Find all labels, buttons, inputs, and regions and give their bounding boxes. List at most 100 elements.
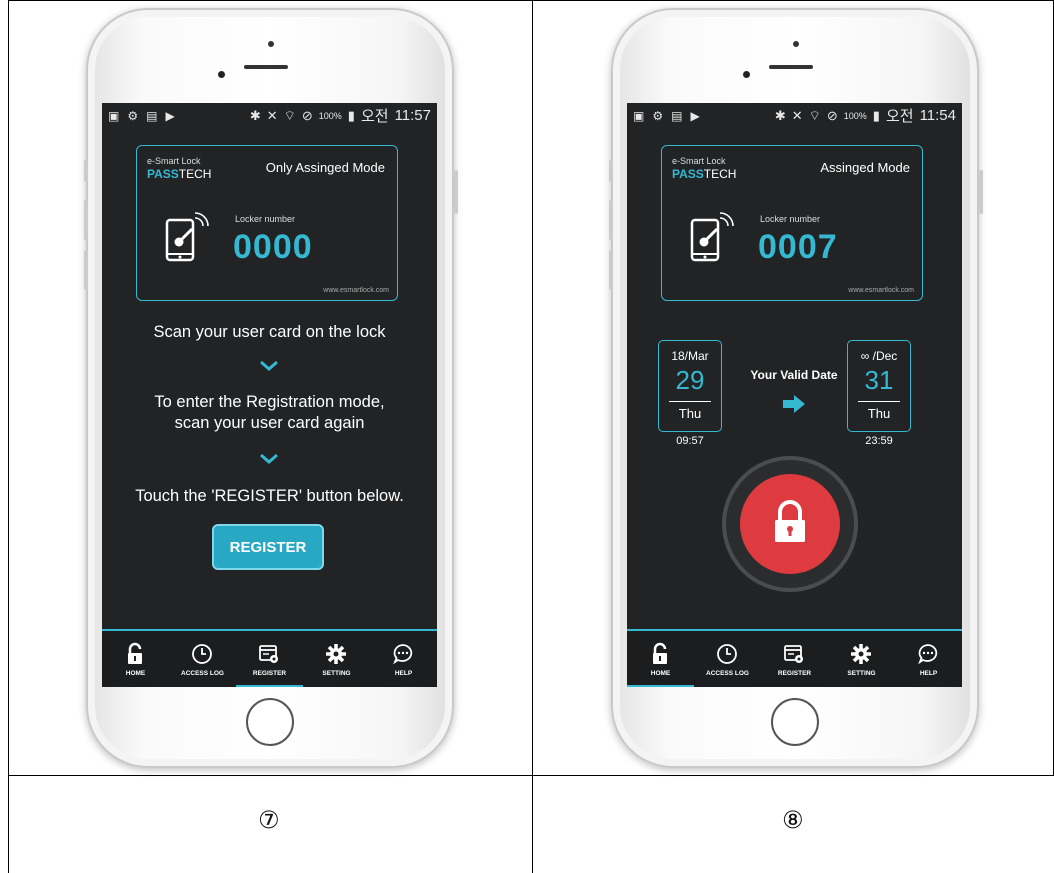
nav-setting[interactable]: SETTING <box>828 631 895 687</box>
table-divider-horizontal <box>8 775 1054 776</box>
phone-key-icon <box>690 212 734 262</box>
home-button[interactable] <box>246 698 294 746</box>
start-time: 09:57 <box>676 435 704 447</box>
unlock-button[interactable] <box>722 456 858 592</box>
nav-home-label: HOME <box>650 670 671 677</box>
phone-side-button <box>84 200 88 240</box>
register-button[interactable]: REGISTER <box>212 524 324 570</box>
nav-register-label: REGISTER <box>252 670 287 677</box>
lock-icon <box>128 642 142 664</box>
valid-date-label: Your Valid Date <box>750 368 838 382</box>
status-bar: ▣ ⚙ ▤ ▶ ✱ ✕ ⌔ ⊘ 100% ▮ 오전 11:54 <box>627 103 962 128</box>
home-button[interactable] <box>771 698 819 746</box>
nav-register[interactable]: REGISTER <box>236 631 303 687</box>
wifi-icon: ⌔ <box>808 107 821 123</box>
clock-icon <box>717 644 737 664</box>
locker-card: e-Smart Lock PASSTECH Assinged Mode Lock… <box>661 145 923 301</box>
play-store-icon: ▶ <box>165 108 175 123</box>
battery-icon: ▮ <box>872 107 880 123</box>
clock-time: 11:57 <box>394 107 431 124</box>
app-screen: ▣ ⚙ ▤ ▶ ✱ ✕ ⌔ ⊘ 100% ▮ 오전 11:57 e-Smart … <box>102 103 437 687</box>
locker-number-label: Locker number <box>760 214 821 224</box>
locker-number: 0000 <box>233 228 313 266</box>
end-day: 31 <box>864 365 894 395</box>
instruction-step-1: Scan your user card on the lock <box>153 323 386 341</box>
front-camera <box>268 41 274 47</box>
nav-setting-label: SETTING <box>322 670 351 677</box>
nav-access-log[interactable]: ACCESS LOG <box>169 631 236 687</box>
phone-side-button <box>609 250 613 290</box>
mute-icon: ✕ <box>791 107 803 123</box>
lock-icon <box>775 500 805 542</box>
nav-home[interactable]: HOME <box>102 631 169 687</box>
nav-setting[interactable]: SETTING <box>303 631 370 687</box>
nav-home[interactable]: HOME <box>627 631 694 687</box>
end-month: ∞ /Dec <box>860 349 898 363</box>
gear-icon <box>851 644 871 664</box>
news-icon: ▤ <box>146 108 158 123</box>
instruction-step-2-line-1: To enter the Registration mode, <box>154 393 385 411</box>
card-settings-icon <box>259 645 278 663</box>
clock-ampm: 오전 <box>885 108 914 125</box>
phone-side-button <box>609 200 613 240</box>
bluetooth-icon: ✱ <box>249 107 261 123</box>
end-time: 23:59 <box>865 435 893 447</box>
nav-setting-label: SETTING <box>847 670 876 677</box>
bottom-navigation: HOME ACCESS LOG REGISTER SETTING HELP <box>102 629 437 687</box>
phone-side-button <box>84 250 88 290</box>
phone-side-button <box>979 170 983 214</box>
phone-side-button <box>454 170 458 214</box>
brand-subtitle: e-Smart Lock <box>147 156 201 166</box>
chevron-down-icon <box>260 360 278 371</box>
card-settings-icon <box>784 645 803 663</box>
website-text: www.esmartlock.com <box>848 287 914 294</box>
caption-left: ⑦ <box>258 806 280 834</box>
battery-icon: ▮ <box>347 107 355 123</box>
nav-access-log[interactable]: ACCESS LOG <box>694 631 761 687</box>
locker-card: e-Smart Lock PASSTECH Only Assinged Mode… <box>136 145 398 301</box>
instruction-step-3: Touch the 'REGISTER' button below. <box>135 487 404 505</box>
chat-bubble-icon <box>393 644 413 665</box>
locker-number-label: Locker number <box>235 214 296 224</box>
settings-icon: ⚙ <box>652 108 664 123</box>
start-day: 29 <box>675 365 705 395</box>
bluetooth-icon: ✱ <box>774 107 786 123</box>
start-month: 18/Mar <box>671 349 709 363</box>
mute-icon: ✕ <box>266 107 278 123</box>
mode-label: Assinged Mode <box>820 160 910 175</box>
brand-logo: PASSTECH <box>672 167 737 181</box>
earpiece-speaker <box>244 65 288 69</box>
gear-icon <box>326 644 346 664</box>
valid-start-date: 18/Mar 29 Thu <box>658 340 722 432</box>
end-weekday: Thu <box>867 406 891 421</box>
nav-home-label: HOME <box>125 670 146 677</box>
nav-active-indicator <box>627 685 694 687</box>
instruction-step-2-line-2: scan your user card again <box>174 414 365 432</box>
phone-right: ▣ ⚙ ▤ ▶ ✱ ✕ ⌔ ⊘ 100% ▮ 오전 11:54 e-Smart … <box>609 8 983 768</box>
screenshot-icon: ▣ <box>108 108 120 123</box>
phone-side-button <box>84 160 88 182</box>
system-icons: ✱ ✕ ⌔ ⊘ 100% ▮ 오전 11:57 <box>250 105 431 126</box>
valid-end-date: ∞ /Dec 31 Thu <box>847 340 911 432</box>
system-icons: ✱ ✕ ⌔ ⊘ 100% ▮ 오전 11:54 <box>775 105 956 126</box>
settings-icon: ⚙ <box>127 108 139 123</box>
earpiece-speaker <box>769 65 813 69</box>
battery-percent: 100% <box>843 110 867 121</box>
lock-icon <box>653 642 667 664</box>
no-signal-icon: ⊘ <box>826 107 838 123</box>
mode-label: Only Assinged Mode <box>265 160 385 175</box>
website-text: www.esmartlock.com <box>323 287 389 294</box>
clock-icon <box>192 644 212 664</box>
nav-active-indicator <box>236 685 303 687</box>
unlock-button-face <box>740 474 840 574</box>
nav-register[interactable]: REGISTER <box>761 631 828 687</box>
notification-icons: ▣ ⚙ ▤ ▶ <box>108 109 175 123</box>
brand-subtitle: e-Smart Lock <box>672 156 726 166</box>
nav-access-log-label: ACCESS LOG <box>706 670 749 677</box>
locker-number: 0007 <box>758 228 838 266</box>
nav-help[interactable]: HELP <box>370 631 437 687</box>
bottom-navigation: HOME ACCESS LOG REGISTER SETTING HELP <box>627 629 962 687</box>
front-camera <box>793 41 799 47</box>
screenshot-icon: ▣ <box>633 108 645 123</box>
nav-help[interactable]: HELP <box>895 631 962 687</box>
